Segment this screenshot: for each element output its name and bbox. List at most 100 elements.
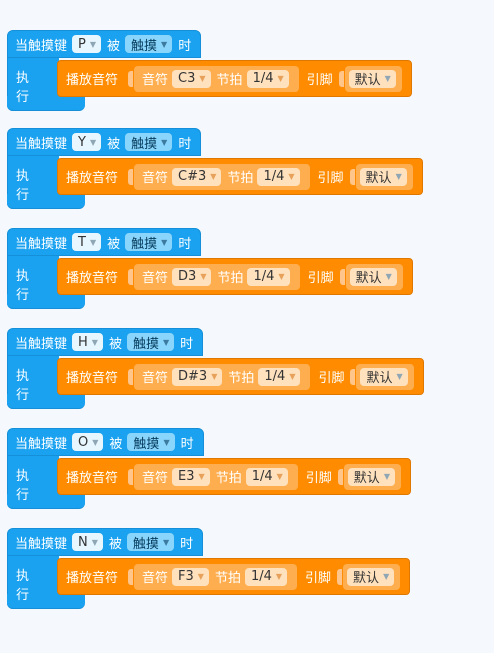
when-suffix-label: 时 [178,38,192,54]
pin-input-block[interactable]: 默认 ▼ [344,65,402,92]
chevron-down-icon: ▼ [396,372,403,381]
beat-dropdown[interactable]: 1/4 ▼ [257,167,300,186]
play-label: 播放音符 [66,171,119,186]
input-notch [128,268,134,285]
pin-dropdown[interactable]: 默认 ▼ [349,267,397,286]
note-label: 音符 [142,171,169,186]
chevron-down-icon: ▼ [89,137,97,147]
note-input-block[interactable]: 音符 E3 ▼ 节拍 1/4 ▼ [134,463,298,490]
chevron-down-icon: ▼ [89,39,97,49]
input-notch [128,168,134,185]
chevron-down-icon: ▼ [383,572,390,581]
is-label: 被 [107,38,121,54]
chevron-down-icon: ▼ [199,74,206,83]
code-canvas[interactable]: 当触摸键 P ▼ 被 触摸 ▼ 时 执行 播放音符 音符 C3 ▼ 节拍 1/4 ▼ 引… [0,0,494,653]
state-dropdown[interactable]: 触摸 ▼ [125,233,173,252]
pin-label: 引脚 [306,73,333,88]
event-hat[interactable]: 当触摸键 H ▼ 被 触摸 ▼ 时 [7,328,204,356]
input-notch [128,368,134,385]
play-note-block[interactable]: 播放音符 音符 D3 ▼ 节拍 1/4 ▼ 引脚 默认 ▼ [57,258,413,295]
note-dropdown[interactable]: E3 ▼ [172,467,210,486]
note-input-block[interactable]: 音符 C3 ▼ 节拍 1/4 ▼ [134,65,299,92]
pin-label: 引脚 [318,371,345,386]
key-dropdown[interactable]: N ▼ [72,533,103,551]
beat-dropdown[interactable]: 1/4 ▼ [245,467,288,486]
play-label: 播放音符 [66,471,119,486]
chevron-down-icon: ▼ [163,437,170,447]
key-dropdown[interactable]: T ▼ [72,233,102,251]
chevron-down-icon: ▼ [275,572,283,581]
event-hat[interactable]: 当触摸键 P ▼ 被 触摸 ▼ 时 [7,30,202,58]
is-label: 被 [109,436,123,452]
pin-label: 引脚 [305,571,332,586]
chevron-down-icon: ▼ [162,537,170,547]
key-dropdown[interactable]: O ▼ [72,433,104,451]
pin-input-block[interactable]: 默认 ▼ [356,363,414,390]
state-dropdown[interactable]: 触摸 ▼ [126,533,175,552]
state-dropdown[interactable]: 触摸 ▼ [125,35,173,54]
play-note-block[interactable]: 播放音符 音符 C3 ▼ 节拍 1/4 ▼ 引脚 默认 ▼ [57,60,412,97]
play-note-block[interactable]: 播放音符 音符 C#3 ▼ 节拍 1/4 ▼ 引脚 默认 ▼ [57,158,423,195]
chevron-down-icon: ▼ [91,537,98,547]
pin-input-block[interactable]: 默认 ▼ [355,163,413,190]
note-input-block[interactable]: 音符 C#3 ▼ 节拍 1/4 ▼ [134,163,310,190]
input-notch [349,168,355,185]
note-input-block[interactable]: 音符 D3 ▼ 节拍 1/4 ▼ [134,263,300,290]
play-label: 播放音符 [66,371,119,386]
pin-dropdown[interactable]: 默认 ▼ [347,467,395,486]
beat-dropdown[interactable]: 1/4 ▼ [258,367,301,386]
is-label: 被 [108,536,122,552]
key-dropdown[interactable]: P ▼ [72,35,102,53]
note-dropdown[interactable]: D3 ▼ [172,267,212,286]
beat-label: 节拍 [214,571,241,586]
play-note-block[interactable]: 播放音符 音符 F3 ▼ 节拍 1/4 ▼ 引脚 默认 ▼ [57,558,411,595]
chevron-down-icon: ▼ [395,172,402,181]
key-dropdown[interactable]: H ▼ [72,333,103,351]
event-hat[interactable]: 当触摸键 Y ▼ 被 触摸 ▼ 时 [7,128,202,156]
pin-dropdown[interactable]: 默认 ▼ [348,69,396,88]
chevron-down-icon: ▼ [384,74,391,83]
note-input-block[interactable]: 音符 F3 ▼ 节拍 1/4 ▼ [134,563,298,590]
pin-dropdown[interactable]: 默认 ▼ [359,167,407,186]
chevron-down-icon: ▼ [161,137,168,147]
pin-label: 引脚 [317,171,344,186]
when-suffix-label: 时 [180,336,194,352]
input-notch [338,70,344,87]
when-suffix-label: 时 [178,236,192,252]
pin-input-block[interactable]: 默认 ▼ [345,263,403,290]
chevron-down-icon: ▼ [200,272,207,281]
pin-input-block[interactable]: 默认 ▼ [343,463,401,490]
beat-dropdown[interactable]: 1/4 ▼ [246,69,289,88]
pin-label: 引脚 [305,471,332,486]
pin-dropdown[interactable]: 默认 ▼ [360,367,408,386]
event-hat[interactable]: 当触摸键 O ▼ 被 触摸 ▼ 时 [7,428,204,456]
beat-dropdown[interactable]: 1/4 ▼ [247,267,290,286]
key-dropdown[interactable]: Y ▼ [72,133,102,151]
execute-label: 执行 [16,569,30,603]
chevron-down-icon: ▼ [91,337,98,347]
note-dropdown[interactable]: C3 ▼ [172,69,211,88]
state-dropdown[interactable]: 触摸 ▼ [125,133,173,152]
input-notch [128,568,134,585]
note-dropdown[interactable]: C#3 ▼ [172,167,222,186]
event-hat[interactable]: 当触摸键 N ▼ 被 触摸 ▼ 时 [7,528,204,556]
when-label: 当触摸键 [15,536,68,552]
note-input-block[interactable]: 音符 D#3 ▼ 节拍 1/4 ▼ [134,363,311,390]
when-label: 当触摸键 [15,38,68,54]
note-dropdown[interactable]: F3 ▼ [172,567,209,586]
beat-label: 节拍 [227,171,254,186]
pin-dropdown[interactable]: 默认 ▼ [347,567,395,586]
chevron-down-icon: ▼ [288,172,295,181]
note-dropdown[interactable]: D#3 ▼ [172,367,223,386]
play-note-block[interactable]: 播放音符 音符 E3 ▼ 节拍 1/4 ▼ 引脚 默认 ▼ [57,458,411,495]
beat-dropdown[interactable]: 1/4 ▼ [244,567,288,586]
chevron-down-icon: ▼ [89,237,97,247]
when-suffix-label: 时 [180,536,194,552]
state-dropdown[interactable]: 触摸 ▼ [126,333,175,352]
event-hat[interactable]: 当触摸键 T ▼ 被 触摸 ▼ 时 [7,228,202,256]
input-notch [337,468,343,485]
pin-input-block[interactable]: 默认 ▼ [343,563,401,590]
note-label: 音符 [142,271,169,286]
play-note-block[interactable]: 播放音符 音符 D#3 ▼ 节拍 1/4 ▼ 引脚 默认 ▼ [57,358,424,395]
state-dropdown[interactable]: 触摸 ▼ [127,433,175,452]
